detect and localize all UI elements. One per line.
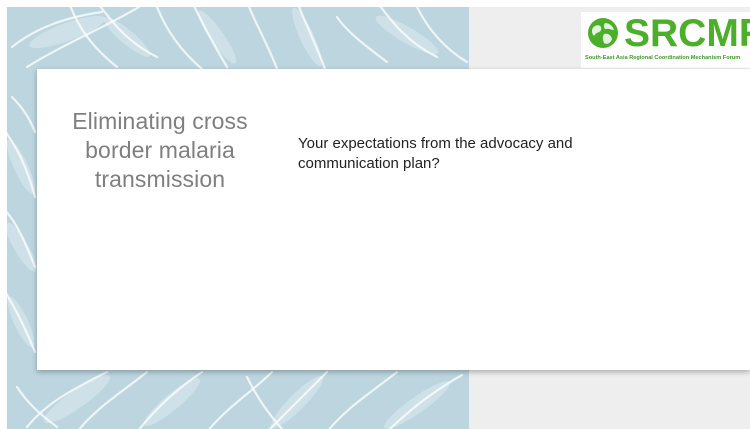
logo-tagline: South-East Asia Regional Coordination Me… [585,55,741,61]
slide: SRCMF South-East Asia Regional Coordinat… [0,0,750,429]
slide-title: Eliminating cross border malaria transmi… [72,108,248,192]
logo-wordmark: SRCMF [624,12,750,55]
srcmf-logo: SRCMF South-East Asia Regional Coordinat… [581,12,750,68]
slide-body-text: Your expectations from the advocacy and … [298,135,573,172]
globe-icon [588,18,618,48]
